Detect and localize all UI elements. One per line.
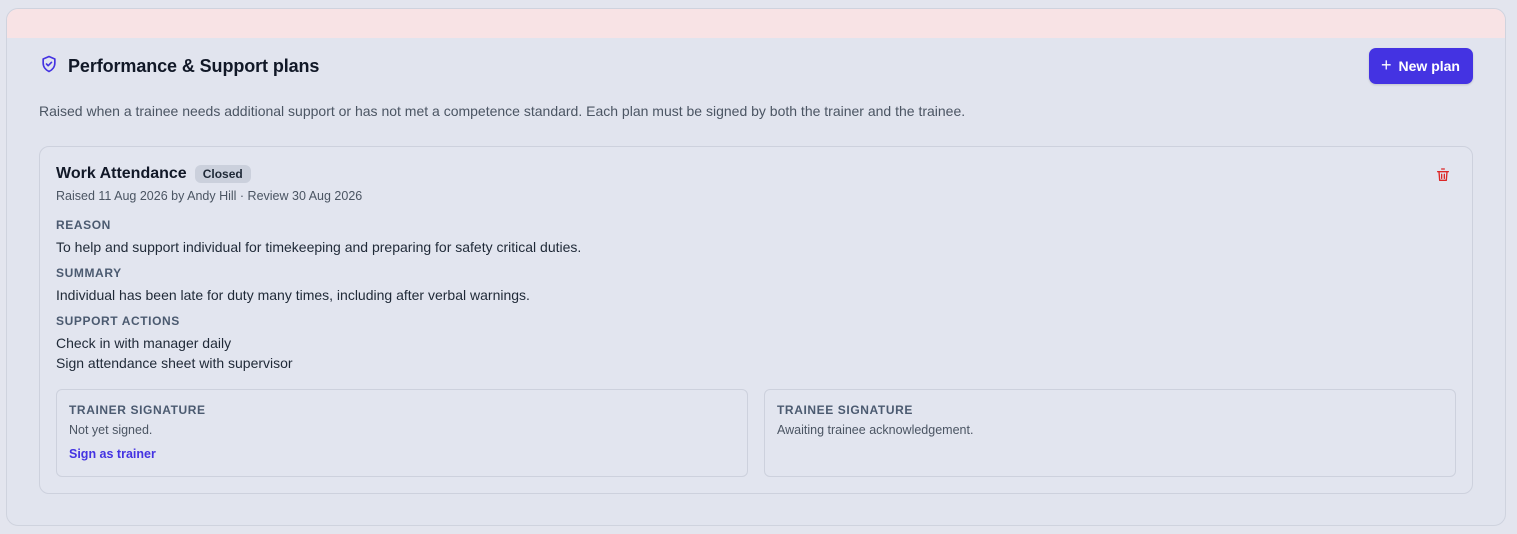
summary-label: SUMMARY [56, 266, 122, 280]
plus-icon: + [1381, 55, 1392, 75]
sign-as-trainer-link[interactable]: Sign as trainer [69, 447, 156, 461]
title-wrap: Performance & Support plans [39, 54, 319, 79]
reason-label: REASON [56, 218, 111, 232]
support-actions-label: SUPPORT ACTIONS [56, 314, 180, 328]
trainer-signature-box: TRAINER SIGNATURE Not yet signed. Sign a… [56, 389, 748, 477]
shield-check-icon [39, 54, 59, 79]
reason-text: To help and support individual for timek… [56, 239, 582, 255]
panel-description: Raised when a trainee needs additional s… [39, 103, 966, 119]
summary-text: Individual has been late for duty many t… [56, 287, 530, 303]
trainee-signature-label: TRAINEE SIGNATURE [777, 403, 913, 417]
trainer-signature-label: TRAINER SIGNATURE [69, 403, 206, 417]
trainer-signature-status: Not yet signed. [69, 423, 153, 437]
plan-title: Work Attendance [56, 165, 187, 182]
trash-icon[interactable] [1435, 167, 1451, 183]
trainee-signature-box: TRAINEE SIGNATURE Awaiting trainee ackno… [764, 389, 1456, 477]
panel-header: Performance & Support plans + New plan [39, 48, 1473, 84]
alert-band [7, 9, 1505, 38]
support-plans-panel: Performance & Support plans + New plan R… [6, 8, 1506, 526]
new-plan-label: New plan [1398, 58, 1460, 74]
plan-card-header: Work Attendance Closed [56, 165, 251, 183]
support-action-item: Sign attendance sheet with supervisor [56, 355, 293, 371]
trainee-signature-status: Awaiting trainee acknowledgement. [777, 423, 974, 437]
status-badge: Closed [194, 165, 251, 183]
support-action-item: Check in with manager daily [56, 335, 232, 351]
new-plan-button[interactable]: + New plan [1369, 48, 1473, 84]
plan-card: Work Attendance Closed Raised 11 Aug 202… [39, 146, 1473, 494]
page-title: Performance & Support plans [68, 55, 320, 76]
plan-meta: Raised 11 Aug 2026 by Andy Hill · Review… [56, 189, 363, 203]
